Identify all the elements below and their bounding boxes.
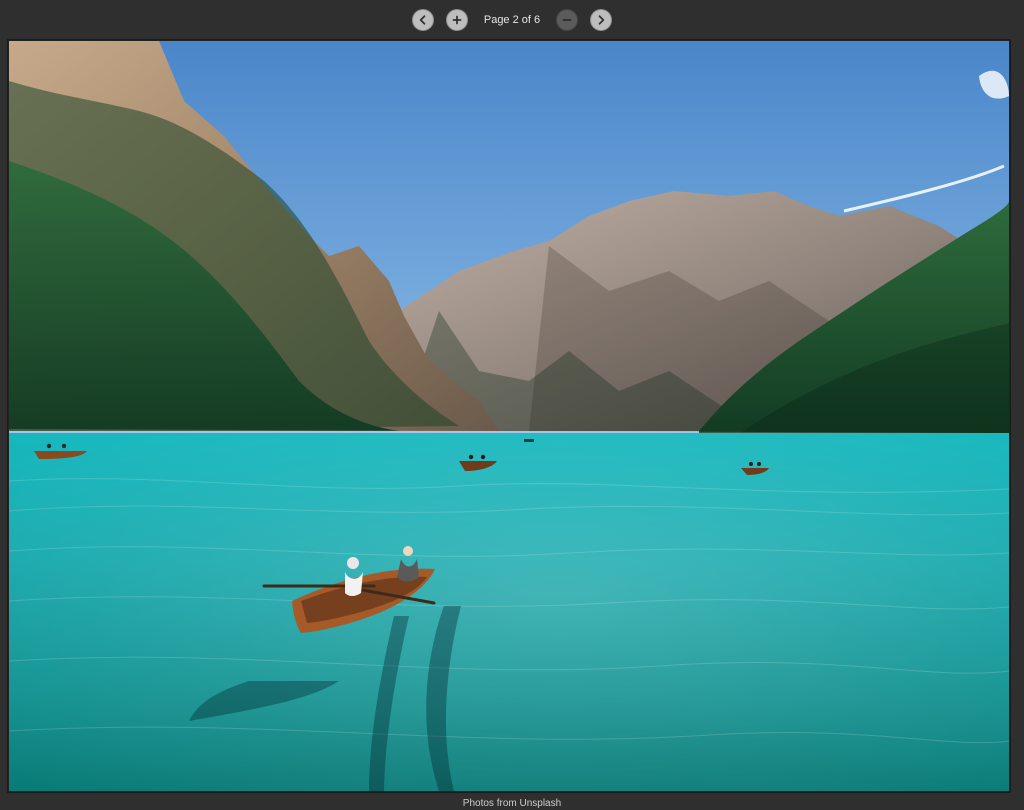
next-page-button[interactable] <box>590 9 612 31</box>
zoom-in-button[interactable] <box>446 9 468 31</box>
distant-boat <box>524 439 534 442</box>
previous-page-button[interactable] <box>412 9 434 31</box>
lake-mountain-illustration <box>9 41 1009 791</box>
chevron-left-icon <box>419 15 426 25</box>
image-viewer <box>8 40 1010 792</box>
page-indicator: Page 2 of 6 <box>483 14 541 26</box>
photo-credit: Photos from Unsplash <box>462 798 562 809</box>
minus-icon <box>562 19 572 21</box>
zoom-out-button[interactable] <box>556 9 578 31</box>
lake-photo <box>9 41 1009 791</box>
chevron-right-icon <box>598 15 605 25</box>
viewer-toolbar: Page 2 of 6 <box>0 0 1024 40</box>
plus-icon <box>452 15 462 25</box>
